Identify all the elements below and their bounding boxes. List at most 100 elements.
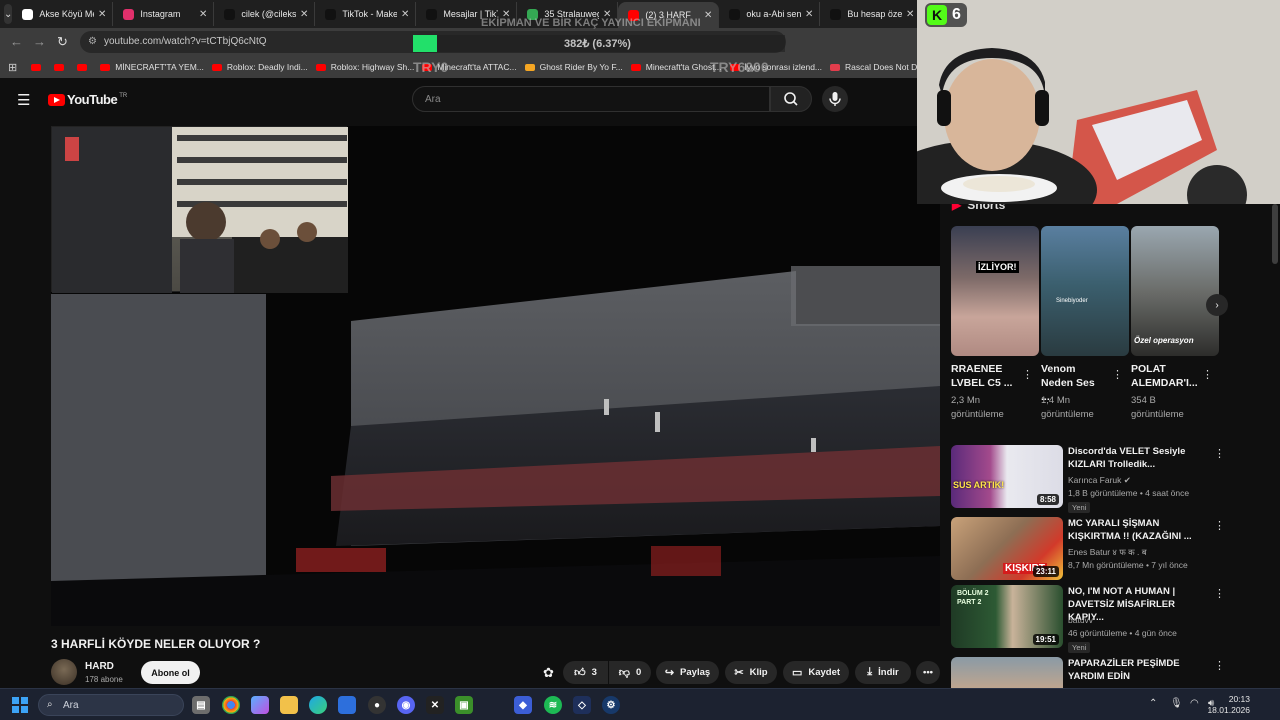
channel-avatar[interactable] bbox=[51, 659, 77, 685]
browser-tab[interactable]: Bu hesap özel ✕ bbox=[820, 2, 922, 26]
apps-icon[interactable]: ⊞ bbox=[8, 61, 17, 74]
video-thumbnail[interactable]: BÖLÜM 2 PART 2 19:51 bbox=[951, 585, 1063, 648]
bookmark-item[interactable]: MİNECRAFT'TA YEM... bbox=[100, 62, 204, 72]
recommendation-menu-icon[interactable]: ⋮ bbox=[1214, 519, 1225, 532]
browser-tab[interactable]: TikTok - Make ✕ bbox=[315, 2, 417, 26]
scratch-icon bbox=[524, 63, 535, 71]
short-menu-icon[interactable]: ⋮ bbox=[1202, 368, 1213, 381]
github-desktop-icon[interactable]: ● bbox=[368, 696, 386, 714]
edge-icon[interactable] bbox=[309, 696, 327, 714]
start-button[interactable] bbox=[12, 697, 28, 713]
recommendation-menu-icon[interactable]: ⋮ bbox=[1214, 659, 1225, 672]
bookmark-item[interactable] bbox=[54, 63, 69, 71]
gift-icon[interactable]: ✿ bbox=[543, 665, 554, 681]
close-tab-icon[interactable]: ✕ bbox=[704, 10, 712, 21]
browser-tab[interactable]: oku a-Abi sen ✕ bbox=[719, 2, 821, 26]
copilot-icon[interactable] bbox=[251, 696, 269, 714]
search-input[interactable]: Ara bbox=[412, 86, 770, 112]
bookmark-item[interactable]: Ghost Rider By Yo F... bbox=[524, 62, 623, 72]
short-title[interactable]: RRAENEE LVBEL C5 ... bbox=[951, 362, 1015, 390]
bookmark-item[interactable]: Minecraft'ta Ghost... bbox=[630, 62, 722, 72]
close-tab-icon[interactable]: ✕ bbox=[906, 9, 914, 20]
roblox-studio-icon[interactable]: ◆ bbox=[514, 696, 532, 714]
video-player[interactable] bbox=[51, 126, 940, 626]
recommendation-channel[interactable]: Enes Batur ४ फ क . ब bbox=[1068, 547, 1147, 558]
bookmark-item[interactable] bbox=[77, 63, 92, 71]
close-tab-icon[interactable]: ✕ bbox=[401, 9, 409, 20]
video-thumbnail[interactable]: KIŞKIRT 23:11 bbox=[951, 517, 1063, 580]
close-tab-icon[interactable]: ✕ bbox=[98, 9, 106, 20]
steam-icon[interactable]: ⚙ bbox=[602, 696, 620, 714]
forward-icon[interactable]: → bbox=[33, 34, 46, 49]
goal-progress-fill bbox=[413, 35, 437, 52]
reload-icon[interactable]: ↻ bbox=[57, 34, 68, 50]
capcut-icon[interactable]: ✕ bbox=[426, 696, 444, 714]
roblox-icon[interactable]: ◇ bbox=[573, 696, 591, 714]
close-tab-icon[interactable]: ✕ bbox=[199, 9, 207, 20]
short-menu-icon[interactable]: ⋮ bbox=[1022, 368, 1033, 381]
tab-search-button[interactable]: ⌄ bbox=[4, 4, 13, 24]
voice-search-button[interactable] bbox=[822, 86, 848, 112]
short-thumbnail[interactable]: Özel operasyon bbox=[1131, 226, 1219, 356]
site-info-icon[interactable]: ⚙ bbox=[88, 36, 97, 47]
recommendation-menu-icon[interactable]: ⋮ bbox=[1214, 447, 1225, 460]
recommendation-channel[interactable]: Karınca Faruk ✔ bbox=[1068, 475, 1131, 486]
system-clock[interactable]: 20:13 18.01.2026 bbox=[1207, 694, 1250, 716]
share-button[interactable]: ↪ Paylaş bbox=[656, 661, 719, 684]
hamburger-menu-icon[interactable]: ☰ bbox=[17, 91, 30, 109]
recommendation-title[interactable]: Discord'da VELET Sesiyle KIZLARI Trolled… bbox=[1068, 445, 1213, 471]
spotify-icon[interactable]: ≋ bbox=[544, 696, 562, 714]
short-menu-icon[interactable]: ⋮ bbox=[1112, 368, 1123, 381]
browser-tab[interactable]: cilek (@cileksb ✕ bbox=[214, 2, 316, 26]
clip-button[interactable]: ✂ Klip bbox=[725, 661, 777, 684]
chevron-up-icon[interactable]: ⌃ bbox=[1149, 698, 1157, 709]
download-label: İndir bbox=[878, 667, 899, 678]
recommendation-item[interactable]: SUS ARTIK! 8:58 Discord'da VELET Sesiyle… bbox=[951, 445, 1231, 513]
like-button[interactable]: 👍︎ 3 bbox=[563, 661, 608, 684]
youtube-logo[interactable]: YouTube TR bbox=[48, 92, 127, 107]
bookmark-item[interactable]: Rascal Does Not Dr... bbox=[830, 62, 927, 72]
browser-tab[interactable]: Instagram ✕ bbox=[113, 2, 215, 26]
video-thumbnail[interactable] bbox=[951, 657, 1063, 688]
file-explorer-icon[interactable] bbox=[280, 696, 298, 714]
dislike-button[interactable]: 👎︎ 0 bbox=[609, 661, 651, 684]
discord-icon[interactable]: ◉ bbox=[397, 696, 415, 714]
shorts-next-button[interactable]: › bbox=[1206, 294, 1228, 316]
recommendation-title[interactable]: MC YARALI ŞİŞMAN KIŞKIRTMA !! (KAZAĞINI … bbox=[1068, 517, 1213, 543]
browser-tab[interactable]: Akse Köyü Me ✕ bbox=[12, 2, 114, 26]
thumbnail-text: SUS ARTIK! bbox=[953, 480, 1005, 490]
sidebar-scrollbar[interactable] bbox=[1272, 204, 1278, 264]
microphone-tray-icon[interactable]: 🎙︎ bbox=[1170, 698, 1183, 709]
close-tab-icon[interactable]: ✕ bbox=[805, 9, 813, 20]
save-button[interactable]: ▭ Kaydet bbox=[783, 661, 849, 684]
wifi-icon[interactable]: ◠ bbox=[1190, 698, 1199, 709]
recommendation-title[interactable]: PAPARAZİLER PEŞİMDE YARDIM EDİN bbox=[1068, 657, 1213, 683]
short-thumbnail[interactable]: Sinebiyoder bbox=[1041, 226, 1129, 356]
search-button[interactable] bbox=[770, 86, 812, 112]
recommendation-item[interactable]: KIŞKIRT 23:11 MC YARALI ŞİŞMAN KIŞKIRTMA… bbox=[951, 517, 1231, 581]
video-thumbnail[interactable]: SUS ARTIK! 8:58 bbox=[951, 445, 1063, 508]
recommendation-menu-icon[interactable]: ⋮ bbox=[1214, 587, 1225, 600]
bookmark-label: Rascal Does Not Dr... bbox=[845, 62, 927, 72]
url-text[interactable]: youtube.com/watch?v=tCTbjQ6cNtQ bbox=[104, 36, 267, 47]
minecraft-icon[interactable]: ▣ bbox=[455, 696, 473, 714]
download-button[interactable]: ⤓ İndir bbox=[855, 661, 911, 684]
channel-name[interactable]: HARD bbox=[85, 661, 114, 672]
bookmark-item[interactable]: Roblox: Highway Sh... bbox=[315, 62, 414, 72]
more-actions-button[interactable]: ••• bbox=[916, 661, 940, 684]
recommendation-channel[interactable]: batuvv bbox=[1068, 615, 1093, 625]
recommendation-item[interactable]: PAPARAZİLER PEŞİMDE YARDIM EDİN ⋮ bbox=[951, 657, 1231, 688]
subscribe-button[interactable]: Abone ol bbox=[141, 661, 200, 684]
chrome-icon[interactable] bbox=[222, 696, 240, 714]
short-title[interactable]: POLAT ALEMDAR'I... bbox=[1131, 362, 1198, 390]
task-view-icon[interactable]: ▤ bbox=[192, 696, 210, 714]
taskbar-search-input[interactable]: ⌕ Ara bbox=[38, 694, 184, 716]
bookmark-item[interactable] bbox=[31, 63, 46, 71]
bookmark-item[interactable]: Roblox: Deadly Indi... bbox=[211, 62, 308, 72]
back-icon[interactable]: ← bbox=[10, 34, 23, 49]
clock-time: 20:13 bbox=[1228, 694, 1250, 704]
recommendation-item[interactable]: BÖLÜM 2 PART 2 19:51 NO, I'M NOT A HUMAN… bbox=[951, 585, 1231, 653]
short-thumbnail[interactable]: İZLİYOR! bbox=[951, 226, 1039, 356]
microsoft-store-icon[interactable] bbox=[338, 696, 356, 714]
close-tab-icon[interactable]: ✕ bbox=[300, 9, 308, 20]
